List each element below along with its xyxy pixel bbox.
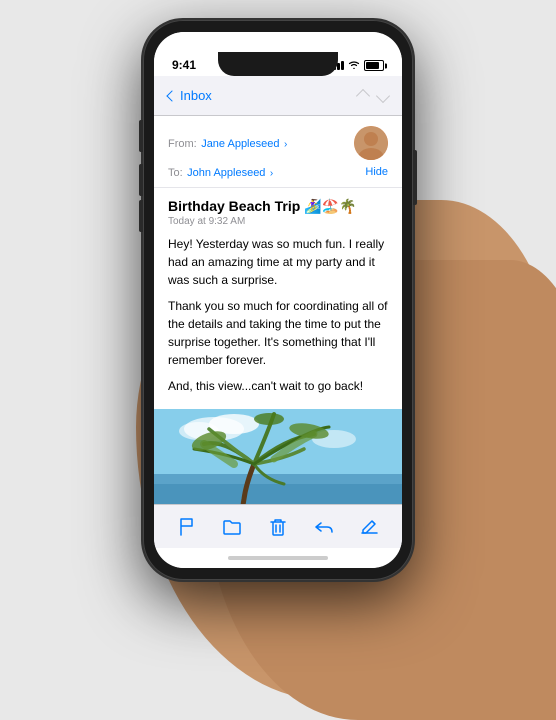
to-label: To:	[168, 167, 183, 179]
hide-button[interactable]: Hide	[365, 166, 388, 178]
phone-screen: 9:41	[154, 32, 402, 568]
back-label: Inbox	[180, 88, 212, 103]
email-subject: Birthday Beach Trip 🏄‍♀️🏖️🌴	[168, 198, 388, 215]
chevron-left-icon	[166, 90, 177, 101]
move-to-folder-button[interactable]	[216, 511, 248, 543]
email-toolbar	[154, 504, 402, 548]
email-beach-image	[154, 409, 402, 504]
to-chevron: ›	[270, 168, 273, 179]
next-message-button[interactable]	[376, 88, 390, 102]
reply-button[interactable]	[308, 511, 340, 543]
email-content: Hey! Yesterday was so much fun. I really…	[168, 235, 388, 395]
to-name[interactable]: John Appleseed	[187, 167, 265, 179]
avatar[interactable]	[354, 126, 388, 160]
compose-button[interactable]	[353, 511, 385, 543]
home-bar	[228, 556, 328, 560]
body-paragraph-3: And, this view...can't wait to go back!	[168, 377, 388, 395]
status-time: 9:41	[172, 58, 196, 72]
email-subject-area: Birthday Beach Trip 🏄‍♀️🏖️🌴 Today at 9:3…	[154, 188, 402, 409]
home-indicator	[154, 548, 402, 568]
to-row: To: John Appleseed › Hide	[168, 163, 388, 181]
flag-button[interactable]	[171, 511, 203, 543]
battery-fill	[366, 62, 379, 69]
wifi-icon	[348, 59, 360, 72]
back-button[interactable]: Inbox	[168, 88, 212, 103]
navigation-bar: Inbox	[154, 76, 402, 116]
nav-arrows	[358, 91, 388, 101]
battery-icon	[364, 60, 384, 71]
scene: 9:41	[0, 0, 556, 700]
body-paragraph-1: Hey! Yesterday was so much fun. I really…	[168, 235, 388, 289]
email-timestamp: Today at 9:32 AM	[168, 216, 388, 227]
from-name[interactable]: Jane Appleseed	[201, 138, 279, 150]
to-info: To: John Appleseed ›	[168, 163, 273, 181]
notch	[218, 52, 338, 76]
email-header: From: Jane Appleseed › To:	[154, 116, 402, 188]
email-body: Birthday Beach Trip 🏄‍♀️🏖️🌴 Today at 9:3…	[154, 188, 402, 504]
body-paragraph-2: Thank you so much for coordinating all o…	[168, 297, 388, 369]
from-info: From: Jane Appleseed ›	[168, 134, 287, 152]
previous-message-button[interactable]	[356, 88, 370, 102]
from-label: From:	[168, 138, 197, 150]
from-row: From: Jane Appleseed ›	[168, 126, 388, 160]
trash-button[interactable]	[262, 511, 294, 543]
phone-device: 9:41	[143, 20, 413, 580]
from-chevron: ›	[284, 139, 287, 150]
